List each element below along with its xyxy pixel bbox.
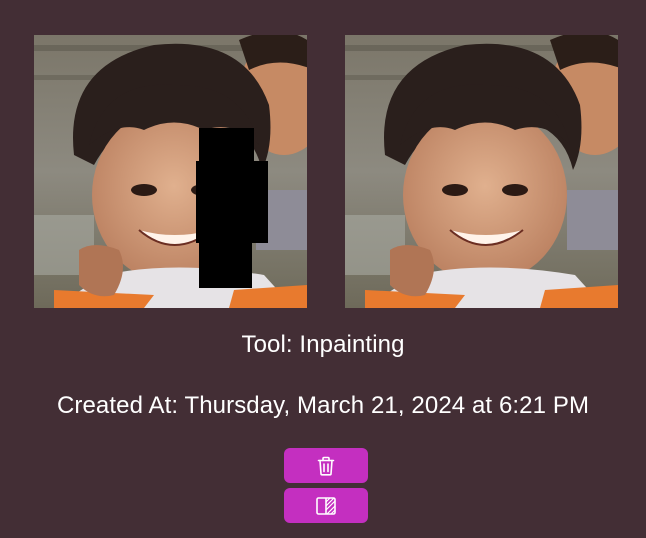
compare-button[interactable] — [284, 488, 368, 523]
trash-icon — [317, 456, 335, 476]
created-at-label: Created At: Thursday, March 21, 2024 at … — [56, 392, 590, 419]
result-image[interactable] — [345, 35, 618, 308]
image-pair — [34, 35, 618, 308]
compare-icon — [316, 496, 336, 515]
tool-label: Tool: Inpainting — [241, 331, 405, 358]
delete-button[interactable] — [284, 448, 368, 483]
original-image[interactable] — [34, 35, 307, 308]
